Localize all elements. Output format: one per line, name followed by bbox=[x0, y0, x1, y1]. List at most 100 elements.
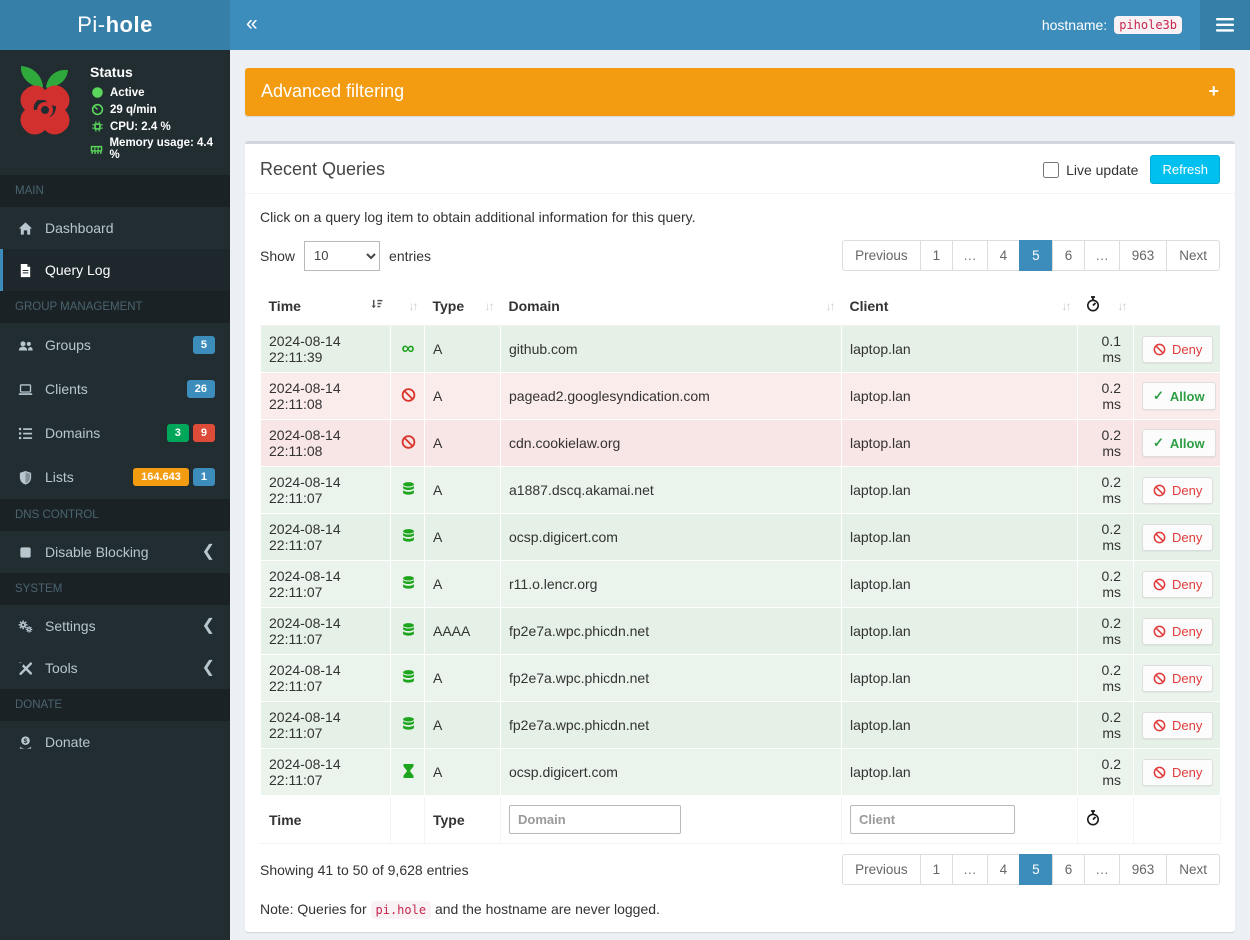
live-update-toggle[interactable]: Live update bbox=[1043, 161, 1138, 178]
sidebar-item-clients[interactable]: Clients 26 bbox=[0, 367, 230, 411]
cell-time: 2024-08-14 22:11:39 bbox=[260, 325, 391, 373]
page-button-6[interactable]: 6 bbox=[1051, 854, 1086, 885]
pagination-top: Previous 1… 4 5 6… 963 Next bbox=[842, 240, 1220, 271]
deny-button[interactable]: Deny bbox=[1142, 711, 1214, 739]
sidebar-item-label: Disable Blocking bbox=[45, 544, 149, 560]
page-button-5[interactable]: 5 bbox=[1019, 854, 1053, 885]
column-header-type[interactable]: Type ↓↑ bbox=[424, 286, 501, 326]
deny-button[interactable]: Deny bbox=[1142, 523, 1214, 551]
cell-time: 2024-08-14 22:11:08 bbox=[260, 419, 391, 467]
sort-icon[interactable]: ↓↑ bbox=[409, 299, 419, 313]
file-icon bbox=[15, 263, 35, 278]
client-filter-input[interactable] bbox=[850, 805, 1015, 834]
sidebar-collapse-icon[interactable]: « bbox=[230, 12, 272, 39]
query-row[interactable]: 2024-08-14 22:11:08 Acdn.cookielaw.org lap… bbox=[260, 419, 1221, 467]
status-line: 29 q/min bbox=[90, 103, 222, 116]
page-button-963[interactable]: 963 bbox=[1118, 240, 1168, 271]
svg-text:$: $ bbox=[23, 737, 27, 744]
database-icon bbox=[399, 716, 417, 732]
query-row[interactable]: 2024-08-14 22:11:08 Apagead2.googlesyndic… bbox=[260, 372, 1221, 420]
page-button-next[interactable]: Next bbox=[1166, 854, 1220, 885]
deny-button[interactable]: Deny bbox=[1142, 617, 1214, 645]
column-header-reply-time[interactable]: ↓↑ bbox=[1077, 286, 1134, 326]
sidebar-item-dashboard[interactable]: Dashboard bbox=[0, 207, 230, 249]
deny-button[interactable]: Deny bbox=[1142, 758, 1214, 786]
ban-icon bbox=[1153, 484, 1166, 497]
hamburger-menu-icon[interactable] bbox=[1200, 0, 1250, 50]
sidebar-item-domains[interactable]: Domains 3 9 bbox=[0, 411, 230, 455]
cell-reply-time: 0.2 ms bbox=[1077, 466, 1134, 514]
page-button-next[interactable]: Next bbox=[1166, 240, 1220, 271]
tachometer-icon bbox=[90, 103, 104, 116]
page-button-4[interactable]: 4 bbox=[986, 240, 1021, 271]
cell-time: 2024-08-14 22:11:07 bbox=[260, 513, 391, 561]
cell-domain: fp2e7a.wpc.phicdn.net bbox=[500, 607, 842, 655]
page-button-963[interactable]: 963 bbox=[1118, 854, 1168, 885]
advanced-filtering-box[interactable]: Advanced filtering + bbox=[245, 68, 1235, 116]
deny-button[interactable]: Deny bbox=[1142, 335, 1214, 363]
domain-filter-input[interactable] bbox=[509, 805, 681, 834]
ban-icon bbox=[1153, 578, 1166, 591]
query-row[interactable]: 2024-08-14 22:11:07 Aocsp.digicert.com lap… bbox=[260, 513, 1221, 561]
allow-button[interactable]: ✓ Allow bbox=[1142, 429, 1216, 457]
database-icon bbox=[399, 528, 417, 544]
query-row[interactable]: 2024-08-14 22:11:07 AAAA fp2e7a.wpc.phicdn… bbox=[260, 607, 1221, 655]
sort-icon[interactable]: ↓↑ bbox=[1118, 299, 1128, 313]
page-button-1[interactable]: 1 bbox=[919, 854, 954, 885]
query-row[interactable]: 2024-08-14 22:11:07 Afp2e7a.wpc.phicdn.ne… bbox=[260, 654, 1221, 702]
sidebar-item-lists[interactable]: Lists 164.643 1 bbox=[0, 455, 230, 499]
cell-client: laptop.lan bbox=[841, 466, 1078, 514]
page-ellipsis: … bbox=[952, 240, 988, 271]
sort-desc-icon[interactable] bbox=[370, 298, 383, 314]
sidebar-item-groups[interactable]: Groups 5 bbox=[0, 323, 230, 367]
sidebar-item-disable-blocking[interactable]: Disable Blocking ❮ bbox=[0, 531, 230, 573]
cell-status bbox=[390, 607, 425, 655]
count-badge: 9 bbox=[192, 424, 215, 442]
status-line: Active bbox=[90, 86, 222, 99]
query-row[interactable]: 2024-08-14 22:11:07 Aocsp.digicert.com lap… bbox=[260, 748, 1221, 796]
sort-icon[interactable]: ↓↑ bbox=[826, 299, 836, 313]
query-row[interactable]: 2024-08-14 22:11:07 Aa1887.dscq.akamai.ne… bbox=[260, 466, 1221, 514]
page-button-1[interactable]: 1 bbox=[919, 240, 954, 271]
query-row[interactable]: 2024-08-14 22:11:39 ∞ Agithub.com laptop.la… bbox=[260, 325, 1221, 373]
page-button-5[interactable]: 5 bbox=[1019, 240, 1053, 271]
page-button-6[interactable]: 6 bbox=[1051, 240, 1086, 271]
page-button-4[interactable]: 4 bbox=[986, 854, 1021, 885]
query-row[interactable]: 2024-08-14 22:11:07 Afp2e7a.wpc.phicdn.ne… bbox=[260, 701, 1221, 749]
sidebar-item-settings[interactable]: Settings ❮ bbox=[0, 605, 230, 647]
expand-plus-icon[interactable]: + bbox=[1208, 81, 1219, 102]
cell-time: 2024-08-14 22:11:07 bbox=[260, 607, 391, 655]
column-header-client[interactable]: Client ↓↑ bbox=[841, 286, 1078, 326]
deny-button[interactable]: Deny bbox=[1142, 570, 1214, 598]
gears-icon bbox=[15, 619, 35, 634]
sidebar-section-header: DONATE bbox=[0, 689, 230, 721]
page-size-select[interactable]: 10 bbox=[304, 240, 381, 271]
cell-reply-time: 0.2 ms bbox=[1077, 513, 1134, 561]
brand-logo-bar[interactable]: Pi-hole bbox=[0, 0, 230, 50]
page-button-previous[interactable]: Previous bbox=[842, 854, 921, 885]
cell-status bbox=[390, 419, 425, 467]
sort-icon[interactable]: ↓↑ bbox=[485, 299, 495, 313]
column-header-time[interactable]: Time bbox=[260, 286, 391, 326]
deny-button[interactable]: Deny bbox=[1142, 664, 1214, 692]
allow-button[interactable]: ✓ Allow bbox=[1142, 382, 1216, 410]
sort-icon[interactable]: ↓↑ bbox=[1062, 299, 1072, 313]
cell-time: 2024-08-14 22:11:07 bbox=[260, 748, 391, 796]
deny-button[interactable]: Deny bbox=[1142, 476, 1214, 504]
page-button-previous[interactable]: Previous bbox=[842, 240, 921, 271]
sidebar-section-header: GROUP MANAGEMENT bbox=[0, 291, 230, 323]
live-update-checkbox[interactable] bbox=[1043, 161, 1060, 178]
cell-reply-time: 0.2 ms bbox=[1077, 560, 1134, 608]
sidebar-item-donate[interactable]: $ Donate bbox=[0, 721, 230, 763]
refresh-button[interactable]: Refresh bbox=[1150, 155, 1220, 184]
shield-icon bbox=[15, 470, 35, 485]
sidebar-item-query-log[interactable]: Query Log bbox=[0, 249, 230, 291]
sidebar-section-header: SYSTEM bbox=[0, 573, 230, 605]
cell-reply-time: 0.2 ms bbox=[1077, 748, 1134, 796]
column-header-domain[interactable]: Domain ↓↑ bbox=[500, 286, 842, 326]
sidebar-item-tools[interactable]: Tools ❮ bbox=[0, 647, 230, 689]
column-header-status[interactable]: ↓↑ bbox=[390, 286, 425, 326]
cell-domain: ocsp.digicert.com bbox=[500, 748, 842, 796]
cell-reply-time: 0.1 ms bbox=[1077, 325, 1134, 373]
query-row[interactable]: 2024-08-14 22:11:07 Ar11.o.lencr.org lapto… bbox=[260, 560, 1221, 608]
